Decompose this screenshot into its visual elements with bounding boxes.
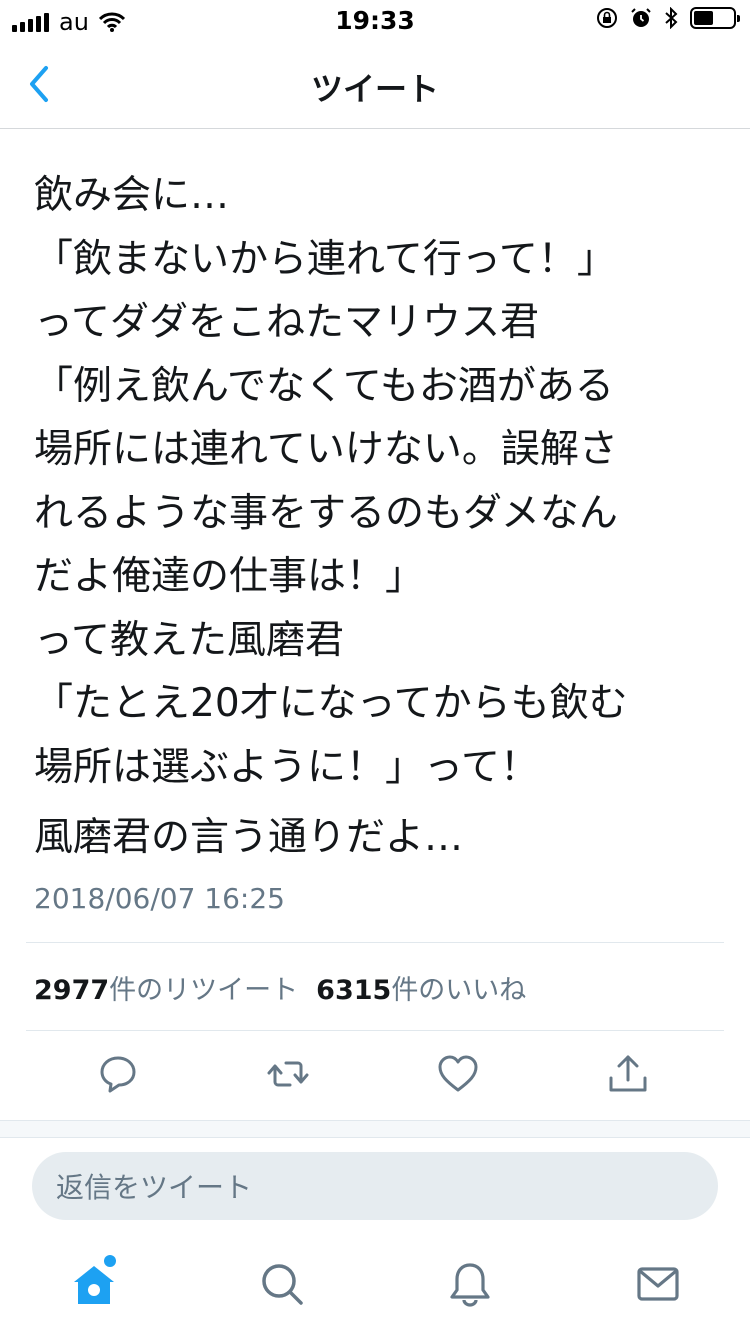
tweet-text-last-line: 風磨君の言う通りだよ…	[34, 815, 464, 860]
orientation-lock-icon	[597, 8, 617, 28]
alarm-icon	[631, 8, 651, 27]
search-icon[interactable]	[258, 1260, 306, 1308]
home-icon[interactable]	[70, 1260, 118, 1308]
tweet-stats: 2977 件のリツイート 6315 件のいいね	[34, 968, 526, 1007]
reply-placeholder: 返信をツイート	[56, 1171, 253, 1204]
divider	[26, 942, 724, 943]
reply-icon[interactable]	[96, 1052, 140, 1096]
navigation-bar: ツイート	[0, 40, 750, 129]
reply-input[interactable]: 返信をツイート	[32, 1152, 718, 1220]
like-label[interactable]: 件のいいね	[391, 968, 526, 1007]
tweet-timestamp: 2018/06/07 16:25	[34, 882, 285, 915]
status-right	[596, 7, 740, 29]
tweet-text: 飲み会に… 「飲まないから連れて行って！」 ってダダをこねたマリウス君 「例え飲…	[34, 173, 628, 790]
retweet-icon[interactable]	[266, 1052, 310, 1096]
section-separator	[0, 1120, 750, 1138]
retweet-label[interactable]: 件のリツイート	[109, 968, 298, 1007]
share-icon[interactable]	[606, 1052, 650, 1096]
divider	[26, 1030, 724, 1031]
like-icon[interactable]	[436, 1052, 480, 1096]
retweet-count[interactable]: 2977	[34, 975, 109, 1006]
battery-icon	[690, 7, 740, 29]
messages-icon[interactable]	[634, 1260, 682, 1308]
status-bar: au 19:33	[0, 0, 750, 40]
like-count[interactable]: 6315	[316, 975, 391, 1006]
notifications-icon[interactable]	[446, 1260, 494, 1308]
page-title: ツイート	[310, 70, 439, 108]
bluetooth-icon	[665, 7, 678, 29]
notification-dot	[104, 1255, 116, 1267]
